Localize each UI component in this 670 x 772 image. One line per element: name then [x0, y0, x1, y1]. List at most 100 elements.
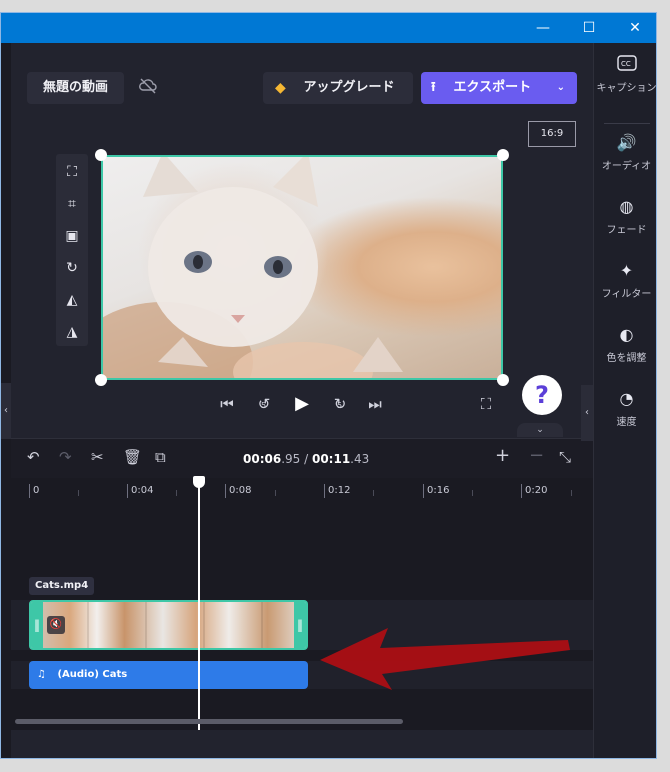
editor-app: ‹ 無題の動画 ◆ アップグレード ⭱ エクスポート ⌄ 16:9 ⛶ ⌗ ▣ — [1, 43, 657, 758]
split-scissors-icon[interactable]: ✂ — [91, 448, 104, 466]
ruler-tick — [521, 484, 522, 498]
music-note-icon: ♫ — [37, 669, 46, 680]
resize-handle-tr[interactable] — [497, 149, 509, 161]
filter-label: フィルター — [601, 289, 652, 300]
svg-text:CC: CC — [621, 60, 631, 68]
fade-label: フェード — [606, 225, 647, 236]
mute-icon[interactable]: 🔇 — [47, 616, 65, 634]
video-preview[interactable] — [101, 155, 503, 380]
ruler-label-3: 0:12 — [328, 485, 351, 496]
delete-icon[interactable]: 🗑 — [123, 448, 142, 466]
magic-wand-icon: ✦ — [619, 261, 634, 280]
playhead[interactable] — [198, 478, 200, 730]
speed-tab[interactable]: ◔ 速度 — [594, 389, 656, 428]
panel-divider — [604, 123, 650, 124]
time-current: 00:06 — [243, 452, 282, 466]
color-adjust-tab[interactable]: ◐ 色を調整 — [594, 325, 656, 364]
flip-vertical-icon[interactable]: ◮ — [56, 320, 88, 344]
captions-tab[interactable]: CC キャプション — [594, 55, 657, 94]
forward-5-button[interactable]: ↻ 5 — [329, 395, 351, 413]
picture-in-picture-icon[interactable]: ▣ — [56, 224, 88, 248]
ruler-tick — [29, 484, 30, 498]
audio-clip[interactable]: ♫ (Audio) Cats — [29, 661, 308, 689]
fade-icon: ◍ — [619, 197, 634, 216]
timeline-ruler[interactable]: 0 0:04 0:08 0:12 0:16 0:20 — [11, 478, 593, 506]
fit-screen-icon[interactable]: ⛶ — [56, 160, 88, 184]
zoom-out-icon[interactable]: − — [529, 445, 544, 466]
duplicate-icon[interactable]: ⧉ — [155, 448, 166, 466]
project-title-button[interactable]: 無題の動画 — [27, 72, 124, 104]
time-total-frac: .43 — [350, 452, 370, 466]
trim-handle-left[interactable]: ‖ — [31, 602, 43, 648]
color-adjust-label: 色を調整 — [606, 353, 647, 364]
ruler-label-1: 0:04 — [131, 485, 154, 496]
crop-icon[interactable]: ⌗ — [56, 192, 88, 216]
filter-tab[interactable]: ✦ フィルター — [594, 261, 656, 300]
close-button[interactable]: ✕ — [612, 13, 656, 43]
upgrade-button[interactable]: ◆ アップグレード — [263, 72, 413, 104]
speaker-icon: 🔊 — [616, 133, 637, 152]
timeline[interactable]: 0 0:04 0:08 0:12 0:16 0:20 Cats.mp4 ‖ ‖ … — [11, 476, 593, 730]
play-icon[interactable]: ▶ — [291, 393, 313, 414]
skip-to-start-icon[interactable]: ⏮ — [217, 395, 237, 413]
export-button[interactable]: ⭱ エクスポート ⌄ — [421, 72, 577, 104]
rewind-seconds: 5 — [261, 401, 267, 410]
time-total: 00:11 — [311, 452, 351, 466]
upload-icon: ⭱ — [431, 80, 436, 95]
export-label: エクスポート — [453, 80, 532, 95]
flip-horizontal-icon[interactable]: ◭ — [56, 288, 88, 312]
title-bar: — ☐ ✕ — [1, 13, 656, 43]
captions-icon: CC — [594, 55, 656, 75]
right-panel-toggle[interactable]: ‹ — [581, 385, 593, 441]
maximize-button[interactable]: ☐ — [566, 13, 612, 43]
kitten-image — [103, 157, 403, 378]
ruler-tick — [324, 484, 325, 498]
ruler-tick — [127, 484, 128, 498]
fit-timeline-icon[interactable]: ⤡ — [559, 448, 571, 466]
undo-icon[interactable]: ↶ — [27, 448, 40, 466]
left-panel-toggle[interactable]: ‹ — [1, 383, 11, 439]
skip-to-end-icon[interactable]: ⏭ — [365, 395, 385, 413]
ruler-minor-tick — [275, 490, 276, 496]
time-current-frac: .95 — [281, 452, 301, 466]
fullscreen-icon[interactable]: ⛶ — [476, 395, 496, 413]
video-clip-name: Cats.mp4 — [29, 577, 95, 595]
video-clip[interactable]: ‖ ‖ 🔇 — [29, 600, 308, 650]
upgrade-label: アップグレード — [303, 80, 395, 95]
ruler-minor-tick — [571, 490, 572, 496]
resize-handle-br[interactable] — [497, 374, 509, 386]
captions-label: キャプション — [596, 83, 657, 94]
resize-handle-bl[interactable] — [95, 374, 107, 386]
speedometer-icon: ◔ — [619, 389, 634, 408]
ruler-label-2: 0:08 — [229, 485, 252, 496]
fade-tab[interactable]: ◍ フェード — [594, 197, 656, 236]
aspect-ratio-button[interactable]: 16:9 — [528, 121, 576, 147]
timeline-toolbar: ↶ ↷ ✂ 🗑 ⧉ 00:06.95 / 00:11.43 + − ⤡ — [11, 438, 593, 478]
cloud-offline-icon — [137, 77, 159, 99]
properties-panel: CC キャプション 🔊 オーディオ ◍ フェード ✦ フィルター ◐ 色を調整 … — [593, 43, 657, 758]
minimize-button[interactable]: — — [520, 13, 566, 43]
ruler-minor-tick — [472, 490, 473, 496]
diamond-icon: ◆ — [275, 80, 286, 96]
clip-thumbnails — [31, 602, 306, 648]
audio-tab[interactable]: 🔊 オーディオ — [594, 133, 656, 172]
rotate-icon[interactable]: ↻ — [56, 256, 88, 280]
audio-label: オーディオ — [601, 161, 652, 172]
ruler-minor-tick — [373, 490, 374, 496]
trim-handle-right[interactable]: ‖ — [294, 602, 306, 648]
rewind-5-button[interactable]: ↺ 5 — [253, 395, 275, 413]
resize-handle-tl[interactable] — [95, 149, 107, 161]
speed-label: 速度 — [616, 417, 637, 428]
horizontal-scrollbar[interactable] — [15, 719, 403, 724]
audio-clip-name: (Audio) Cats — [57, 669, 128, 680]
app-window: — ☐ ✕ ‹ 無題の動画 ◆ アップグレード ⭱ エクスポート ⌄ 16:9 — [0, 12, 657, 759]
redo-icon[interactable]: ↷ — [59, 448, 72, 466]
zoom-in-icon[interactable]: + — [495, 445, 510, 466]
playhead-handle[interactable] — [193, 476, 205, 488]
preview-toolbar: ⛶ ⌗ ▣ ↻ ◭ ◮ — [56, 154, 88, 346]
help-button[interactable]: ? — [522, 375, 562, 415]
collapse-timeline-button[interactable]: ⌄ — [517, 423, 563, 437]
ruler-tick — [225, 484, 226, 498]
ruler-minor-tick — [78, 490, 79, 496]
time-separator: / — [300, 452, 312, 466]
